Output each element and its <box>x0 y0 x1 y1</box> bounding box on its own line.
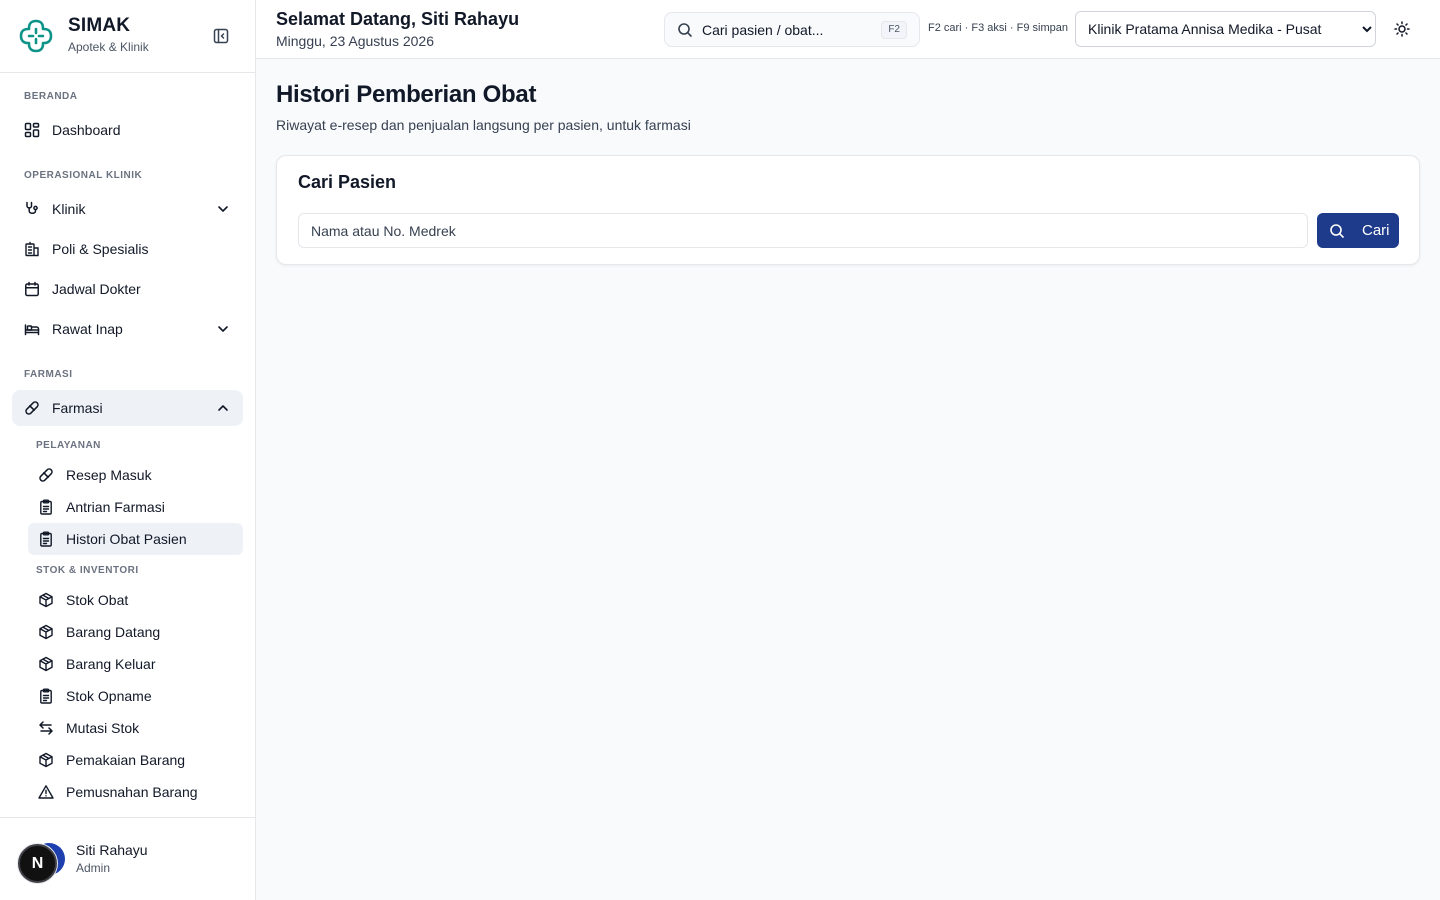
warning-triangle-icon <box>38 784 54 800</box>
sidebar-item-label: Stok Obat <box>66 592 129 608</box>
theme-toggle-button[interactable] <box>1392 19 1412 39</box>
sidebar-item-poli[interactable]: Poli & Spesialis <box>12 231 243 267</box>
bed-icon <box>24 321 40 337</box>
user-profile[interactable]: N Siti Rahayu Admin <box>0 817 255 900</box>
clipboard-icon <box>38 688 54 704</box>
sidebar-item-label: Klinik <box>52 201 86 217</box>
sidebar-item-label: Stok Opname <box>66 688 152 704</box>
sidebar-item-antrian-farmasi[interactable]: Antrian Farmasi <box>28 491 243 523</box>
clipboard-icon <box>38 499 54 515</box>
sidebar-item-jadwal[interactable]: Jadwal Dokter <box>12 271 243 307</box>
sidebar-item-mutasi-stok[interactable]: Mutasi Stok <box>28 712 243 744</box>
sidebar-item-label: Resep Masuk <box>66 467 152 483</box>
global-search-placeholder: Cari pasien / obat... <box>702 22 824 38</box>
patient-search-input[interactable] <box>298 213 1308 248</box>
stethoscope-icon <box>24 201 40 217</box>
sidebar-item-histori-obat[interactable]: Histori Obat Pasien <box>28 523 243 555</box>
sidebar-collapse-button[interactable] <box>210 26 232 46</box>
search-shortcut-badge: F2 <box>881 21 907 39</box>
user-role: Admin <box>76 861 111 875</box>
sidebar-item-label: Pemakaian Barang <box>66 752 186 768</box>
sidebar-item-label: Barang Datang <box>66 624 161 640</box>
sidebar-collapse-icon <box>213 28 229 44</box>
sidebar-item-label: Barang Keluar <box>66 656 156 672</box>
sidebar-item-barang-keluar[interactable]: Barang Keluar <box>28 648 243 680</box>
sidebar-item-label: Mutasi Stok <box>66 720 140 736</box>
search-icon <box>1329 223 1345 239</box>
sidebar-item-label: Farmasi <box>52 400 103 416</box>
section-label-operasional: OPERASIONAL KLINIK <box>24 170 143 181</box>
card-title: Cari Pasien <box>298 172 397 192</box>
sidebar-item-klinik[interactable]: Klinik <box>12 191 243 227</box>
brand: SIMAK Apotek & Klinik <box>0 0 255 73</box>
sidebar-item-dashboard[interactable]: Dashboard <box>12 112 243 148</box>
brand-name: SIMAK <box>68 15 131 36</box>
sidebar-item-label: Rawat Inap <box>52 321 123 337</box>
current-date: Minggu, 23 Agustus 2026 <box>276 33 435 49</box>
box-icon <box>38 624 54 640</box>
dashboard-icon <box>24 122 40 138</box>
sidebar-item-label: Pemusnahan Barang <box>66 784 198 800</box>
pill-icon <box>24 400 40 416</box>
sidebar-item-farmasi[interactable]: Farmasi <box>12 390 243 426</box>
building-icon <box>24 241 40 257</box>
chevron-up-icon <box>215 400 231 416</box>
sidebar-item-label: Antrian Farmasi <box>66 499 165 515</box>
sidebar-item-barang-datang[interactable]: Barang Datang <box>28 616 243 648</box>
sidebar-item-resep-masuk[interactable]: Resep Masuk <box>28 459 243 491</box>
sidebar-item-label: Histori Obat Pasien <box>66 531 187 547</box>
section-label-farmasi: FARMASI <box>24 369 73 380</box>
search-icon <box>678 23 692 37</box>
patient-search-card: Cari Pasien Cari <box>276 155 1420 265</box>
keyboard-shortcuts-hint: F2 cari · F3 aksi · F9 simpan <box>928 22 1068 34</box>
sun-icon <box>1394 21 1410 37</box>
top-header: Selamat Datang, Siti Rahayu Minggu, 23 A… <box>256 0 1440 59</box>
arrows-exchange-icon <box>38 720 54 736</box>
page-title: Histori Pemberian Obat <box>276 81 537 108</box>
section-label-beranda: BERANDA <box>24 91 78 102</box>
sidebar-item-rawat-inap[interactable]: Rawat Inap <box>12 311 243 347</box>
sidebar-item-label: Dashboard <box>52 122 121 138</box>
calendar-icon <box>24 281 40 297</box>
sidebar-item-stok-opname[interactable]: Stok Opname <box>28 680 243 712</box>
search-button-label: Cari <box>1362 222 1390 239</box>
sidebar-item-label: Jadwal Dokter <box>52 281 141 297</box>
chevron-down-icon <box>215 321 231 337</box>
chevron-down-icon <box>215 201 231 217</box>
global-search[interactable]: Cari pasien / obat... F2 <box>664 12 920 47</box>
clinic-select[interactable]: Klinik Pratama Annisa Medika - Pusat <box>1075 11 1376 47</box>
box-icon <box>38 656 54 672</box>
page-subtitle: Riwayat e-resep dan penjualan langsung p… <box>276 117 691 133</box>
sidebar-item-label: Poli & Spesialis <box>52 241 149 257</box>
avatar-badge[interactable]: N <box>18 844 57 883</box>
sidebar-item-pemusnahan-barang[interactable]: Pemusnahan Barang <box>28 776 243 808</box>
pill-icon <box>38 467 54 483</box>
sidebar-item-pemakaian-barang[interactable]: Pemakaian Barang <box>28 744 243 776</box>
sidebar: SIMAK Apotek & Klinik BERANDA Dashboard … <box>0 0 256 900</box>
box-icon <box>38 752 54 768</box>
clipboard-icon <box>38 531 54 547</box>
user-name: Siti Rahayu <box>76 842 148 858</box>
section-label-pelayanan: PELAYANAN <box>36 440 101 451</box>
brand-subtitle: Apotek & Klinik <box>68 40 149 54</box>
greeting: Selamat Datang, Siti Rahayu <box>276 9 520 29</box>
box-icon <box>38 592 54 608</box>
sidebar-nav: BERANDA Dashboard OPERASIONAL KLINIK Kli… <box>0 73 255 817</box>
brand-logo-icon <box>19 19 53 53</box>
patient-search-button[interactable]: Cari <box>1317 213 1399 248</box>
sidebar-item-stok-obat[interactable]: Stok Obat <box>28 584 243 616</box>
section-label-stok: STOK & INVENTORI <box>36 565 139 576</box>
